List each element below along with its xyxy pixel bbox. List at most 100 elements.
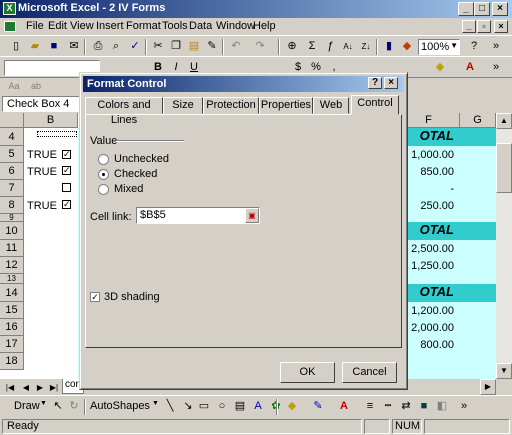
tab-size[interactable]: Size <box>163 97 203 114</box>
format-painter-icon[interactable]: ✎ <box>204 39 220 54</box>
minimize-button[interactable]: _ <box>458 2 474 16</box>
doc-restore-button[interactable]: ▫ <box>477 20 491 33</box>
row-header[interactable]: 18 <box>0 353 24 370</box>
shading-checkbox[interactable]: ✓ <box>90 292 100 302</box>
zoom-select[interactable]: 100% ▼ <box>418 39 460 55</box>
select-all-corner[interactable] <box>0 113 24 128</box>
chevron-down-icon[interactable]: ▼ <box>152 400 159 407</box>
arrow-style-icon[interactable]: ⇄ <box>398 399 414 414</box>
save-icon[interactable]: ■ <box>46 39 62 54</box>
close-button[interactable]: × <box>492 2 508 16</box>
autoshapes-menu[interactable]: AutoShapes <box>90 400 150 412</box>
checkbox-b8[interactable]: ✓ <box>62 200 71 209</box>
hyperlink-icon[interactable]: ⊕ <box>284 39 300 54</box>
rectangle-icon[interactable]: ▭ <box>196 399 212 414</box>
rotate-icon[interactable]: ↻ <box>66 399 82 414</box>
chart-wizard-icon[interactable]: ▮ <box>381 39 397 54</box>
redo-icon[interactable]: ↷ <box>252 39 268 54</box>
arrow-icon[interactable]: ↘ <box>180 399 196 414</box>
cell-b6[interactable]: TRUE <box>27 166 57 178</box>
column-header-g[interactable]: G <box>460 113 496 128</box>
cell-b5[interactable]: TRUE <box>27 149 57 161</box>
row-header[interactable]: 6 <box>0 163 24 180</box>
draw-menu[interactable]: Draw <box>14 400 40 412</box>
cell-b8[interactable]: TRUE <box>27 200 57 212</box>
scroll-thumb[interactable] <box>496 143 512 193</box>
row-header[interactable]: 13 <box>0 274 24 284</box>
wordart-icon[interactable]: A <box>250 399 266 414</box>
radio-checked[interactable] <box>98 169 109 180</box>
line-icon[interactable]: ╲ <box>162 399 178 414</box>
line-style-icon[interactable]: ≡ <box>362 399 378 414</box>
workbook-icon[interactable] <box>4 21 16 32</box>
sort-ascending-icon[interactable]: A↓ <box>340 39 356 54</box>
menu-insert[interactable]: Insert <box>96 20 124 32</box>
sort-descending-icon[interactable]: Z↓ <box>358 39 374 54</box>
menu-view[interactable]: View <box>70 20 94 32</box>
label-icon[interactable]: Aa <box>6 79 22 94</box>
cut-icon[interactable]: ✂ <box>150 39 166 54</box>
email-icon[interactable]: ✉ <box>66 39 82 54</box>
scroll-up-icon[interactable]: ▲ <box>496 113 512 129</box>
print-icon[interactable]: ⎙ <box>90 39 106 54</box>
checkbox-b7[interactable] <box>62 183 71 192</box>
dialog-close-button[interactable]: × <box>384 77 398 89</box>
tab-protection[interactable]: Protection <box>203 97 259 114</box>
radio-mixed-label[interactable]: Mixed <box>114 183 143 195</box>
font-color-icon-2[interactable]: A <box>336 399 352 414</box>
line-color-icon[interactable]: ✎ <box>310 399 326 414</box>
menu-format[interactable]: Format <box>126 20 161 32</box>
new-icon[interactable]: ▯ <box>8 39 24 54</box>
tab-web[interactable]: Web <box>313 97 349 114</box>
menu-file[interactable]: File <box>26 20 44 32</box>
textbox-icon[interactable]: ▤ <box>232 399 248 414</box>
doc-close-button[interactable]: × <box>494 20 508 33</box>
row-header[interactable]: 12 <box>0 257 24 274</box>
menu-edit[interactable]: Edit <box>48 20 67 32</box>
doc-minimize-button[interactable]: _ <box>462 20 476 33</box>
scroll-right-icon[interactable]: ▶ <box>480 379 496 395</box>
radio-checked-label[interactable]: Checked <box>114 168 157 180</box>
help-icon[interactable]: ? <box>466 39 482 54</box>
row-header[interactable]: 15 <box>0 302 24 319</box>
font-color-icon[interactable]: A <box>462 60 478 75</box>
menu-data[interactable]: Data <box>189 20 212 32</box>
row-header[interactable]: 17 <box>0 336 24 353</box>
radio-unchecked[interactable] <box>98 154 109 165</box>
cancel-button[interactable]: Cancel <box>342 362 397 383</box>
fill-color-icon[interactable]: ◆ <box>432 60 448 75</box>
dash-style-icon[interactable]: ┅ <box>380 399 396 414</box>
shading-label[interactable]: 3D shading <box>104 291 160 303</box>
row-header[interactable]: 16 <box>0 319 24 336</box>
menu-window[interactable]: Window <box>216 20 255 32</box>
first-sheet-icon[interactable]: |◀ <box>2 380 18 395</box>
cell-link-input[interactable]: $B$5 ▣ <box>136 207 260 224</box>
last-sheet-icon[interactable]: ▶| <box>46 380 62 395</box>
oval-icon[interactable]: ○ <box>214 399 230 414</box>
autosum-icon[interactable]: Σ <box>304 39 320 54</box>
toolbar-options-icon[interactable]: » <box>488 39 504 54</box>
paste-icon[interactable]: ▤ <box>186 39 202 54</box>
checkbox-selection-handles[interactable] <box>37 131 77 137</box>
checkbox-b6[interactable]: ✓ <box>62 166 71 175</box>
radio-mixed[interactable] <box>98 184 109 195</box>
row-header[interactable]: 9 <box>0 214 24 222</box>
radio-unchecked-label[interactable]: Unchecked <box>114 153 169 165</box>
undo-icon[interactable]: ↶ <box>228 39 244 54</box>
drawing-icon[interactable]: ◆ <box>399 39 415 54</box>
select-objects-icon[interactable]: ↖ <box>50 399 66 414</box>
dialog-help-button[interactable]: ? <box>368 77 382 89</box>
collapse-dialog-icon[interactable]: ▣ <box>245 208 259 223</box>
scroll-down-icon[interactable]: ▼ <box>496 363 512 379</box>
row-header[interactable]: 8 <box>0 197 24 214</box>
ok-button[interactable]: OK <box>280 362 335 383</box>
row-header[interactable]: 11 <box>0 240 24 257</box>
chevron-down-icon[interactable]: ▼ <box>40 400 47 407</box>
chevron-down-icon[interactable]: ▼ <box>450 41 458 50</box>
copy-icon[interactable]: ❐ <box>168 39 184 54</box>
print-preview-icon[interactable]: ⌕ <box>108 39 124 54</box>
tab-control[interactable]: Control <box>351 95 399 115</box>
edit-box-icon[interactable]: ab <box>28 79 44 94</box>
3d-icon[interactable]: ◧ <box>434 399 450 414</box>
toolbar-options-icon-2[interactable]: » <box>488 60 504 75</box>
